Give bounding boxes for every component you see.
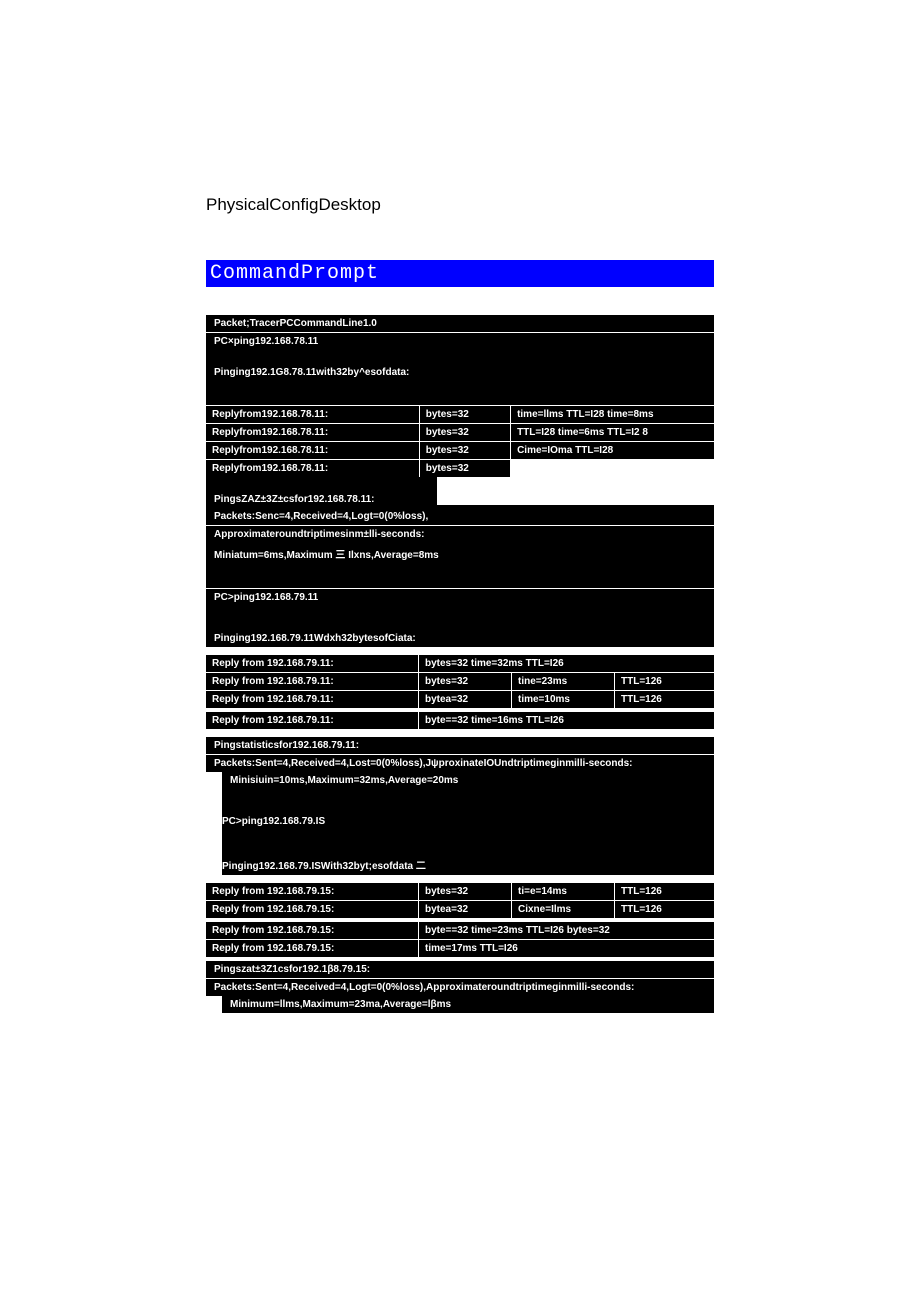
terminal-output: Pingstatisticsfor192.168.79.11: Packets:…	[206, 737, 714, 875]
reply-host: Reply from 192.168.79.11:	[206, 655, 419, 672]
ping-reply-row: Reply from 192.168.79.15: bytes=32 ti=e=…	[206, 883, 714, 900]
reply-empty	[511, 460, 714, 477]
ping-rtt-values: Miniatum=6ms,Maximum 三 Ilxns,Average=8ms	[206, 543, 714, 564]
reply-bytes: bytes=32	[420, 406, 511, 423]
reply-bytes: bytes=32	[419, 673, 512, 690]
reply-ttl: TTL=126	[615, 673, 714, 690]
terminal-output: Reply from 192.168.79.11: bytes=32 time=…	[206, 655, 714, 708]
ping-reply-row: Replyfrom192.168.78.11: bytes=32 time=ll…	[206, 405, 714, 423]
reply-bytes: bytes=32	[420, 442, 511, 459]
ping-rtt-header: Approximateroundtriptimesinm±lli-seconds…	[206, 525, 714, 543]
reply-time: Cime=IOma TTL=I28	[511, 442, 714, 459]
terminal-line: Packet;TracerPCCommandLine1.0	[206, 315, 714, 332]
terminal-line: PC>ping192.168.79.IS	[222, 813, 714, 830]
reply-bytes: bytes=32	[420, 424, 511, 441]
reply-time: time=llms TTL=I28 time=8ms	[511, 406, 714, 423]
command-prompt-title: CommandPrompt	[206, 260, 714, 287]
reply-detail: byte==32 time=23ms TTL=I26 bytes=32	[419, 922, 714, 939]
terminal-output: Packet;TracerPCCommandLine1.0 PC×ping192…	[206, 315, 714, 647]
reply-host: Reply from 192.168.79.15:	[206, 940, 419, 957]
reply-bytes: bytes=32	[419, 883, 512, 900]
reply-host: Replyfrom192.168.78.11:	[206, 424, 420, 441]
ping-reply-row: Reply from 192.168.79.15: byte==32 time=…	[206, 922, 714, 939]
terminal-line: PC×ping192.168.78.11	[206, 332, 714, 350]
document-page: PhysicalConfigDesktop CommandPrompt Pack…	[0, 0, 920, 1013]
ping-reply-row: Reply from 192.168.79.11: bytea=32 time=…	[206, 690, 714, 708]
ping-stats-header: PingsZAZ±3Z±csfor192.168.78.11:	[206, 491, 437, 508]
ping-packets-line: Packets:Sent=4,Received=4,Lost=0(0%loss)…	[206, 754, 714, 772]
reply-host: Reply from 192.168.79.15:	[206, 883, 419, 900]
reply-ttl: TTL=126	[615, 901, 714, 918]
ping-rtt-values: Minisiuin=10ms,Maximum=32ms,Average=20ms	[222, 772, 714, 789]
reply-time: time=10ms	[512, 691, 615, 708]
reply-host: Reply from 192.168.79.15:	[206, 901, 419, 918]
reply-host: Reply from 192.168.79.15:	[206, 922, 419, 939]
ping-stats-header: Pingszat±3Z1csfor192.1β8.79.15:	[206, 961, 714, 978]
reply-host: Reply from 192.168.79.11:	[206, 673, 419, 690]
reply-time: Cixne=Ilms	[512, 901, 615, 918]
terminal-line: Pinging192.168.79.ISWith32byt;esofdata 二	[222, 854, 714, 875]
reply-detail: byte==32 time=16ms TTL=I26	[419, 712, 714, 729]
ping-reply-row: Reply from 192.168.79.15: bytea=32 Cixne…	[206, 900, 714, 918]
reply-bytes: bytea=32	[419, 901, 512, 918]
ping-reply-row: Replyfrom192.168.78.11: bytes=32 Cime=IO…	[206, 441, 714, 459]
reply-host: Replyfrom192.168.78.11:	[206, 406, 420, 423]
terminal-output: Reply from 192.168.79.15: bytes=32 ti=e=…	[206, 883, 714, 918]
ping-reply-row: Replyfrom192.168.78.11: bytes=32 TTL=I28…	[206, 423, 714, 441]
ping-reply-row: Reply from 192.168.79.11: byte==32 time=…	[206, 712, 714, 729]
reply-time: TTL=I28 time=6ms TTL=I2 8	[511, 424, 714, 441]
terminal-line: Pinging192.1G8.78.11with32by^esofdata:	[206, 364, 714, 381]
ping-rtt-values: Minimum=llms,Maximum=23ma,Average=lβms	[222, 996, 714, 1013]
ping-reply-row: Reply from 192.168.79.11: bytes=32 tine=…	[206, 672, 714, 690]
ping-reply-row: Replyfrom192.168.78.11: bytes=32	[206, 459, 714, 477]
reply-time: tine=23ms	[512, 673, 615, 690]
reply-ttl: TTL=126	[615, 883, 714, 900]
ping-stats-header: Pingstatisticsfor192.168.79.11:	[206, 737, 714, 754]
reply-host: Replyfrom192.168.78.11:	[206, 460, 420, 477]
ping-reply-row: Reply from 192.168.79.11: bytes=32 time=…	[206, 655, 714, 672]
terminal-line: PC>ping192.168.79.11	[206, 588, 714, 606]
ping-packets-line: Packets:Sent=4,Received=4,Logt=0(0%loss)…	[206, 978, 714, 996]
ping-packets-line: Packets:Senc=4,Received=4,Logt=0(0%loss)…	[206, 508, 714, 525]
tab-labels: PhysicalConfigDesktop	[206, 195, 714, 215]
reply-bytes: bytes=32	[420, 460, 511, 477]
reply-time: ti=e=14ms	[512, 883, 615, 900]
reply-detail: bytes=32 time=32ms TTL=I26	[419, 655, 714, 672]
reply-ttl: TTL=126	[615, 691, 714, 708]
reply-host: Reply from 192.168.79.11:	[206, 691, 419, 708]
terminal-output: Pingszat±3Z1csfor192.1β8.79.15: Packets:…	[206, 961, 714, 1013]
terminal-line: Pinging192.168.79.11Wdxh32bytesofCiata:	[206, 630, 714, 647]
terminal-output: Reply from 192.168.79.11: byte==32 time=…	[206, 712, 714, 729]
ping-reply-row: Reply from 192.168.79.15: time=17ms TTL=…	[206, 939, 714, 957]
terminal-output: Reply from 192.168.79.15: byte==32 time=…	[206, 922, 714, 957]
reply-host: Reply from 192.168.79.11:	[206, 712, 419, 729]
reply-host: Replyfrom192.168.78.11:	[206, 442, 420, 459]
reply-bytes: bytea=32	[419, 691, 512, 708]
reply-detail: time=17ms TTL=I26	[419, 940, 714, 957]
